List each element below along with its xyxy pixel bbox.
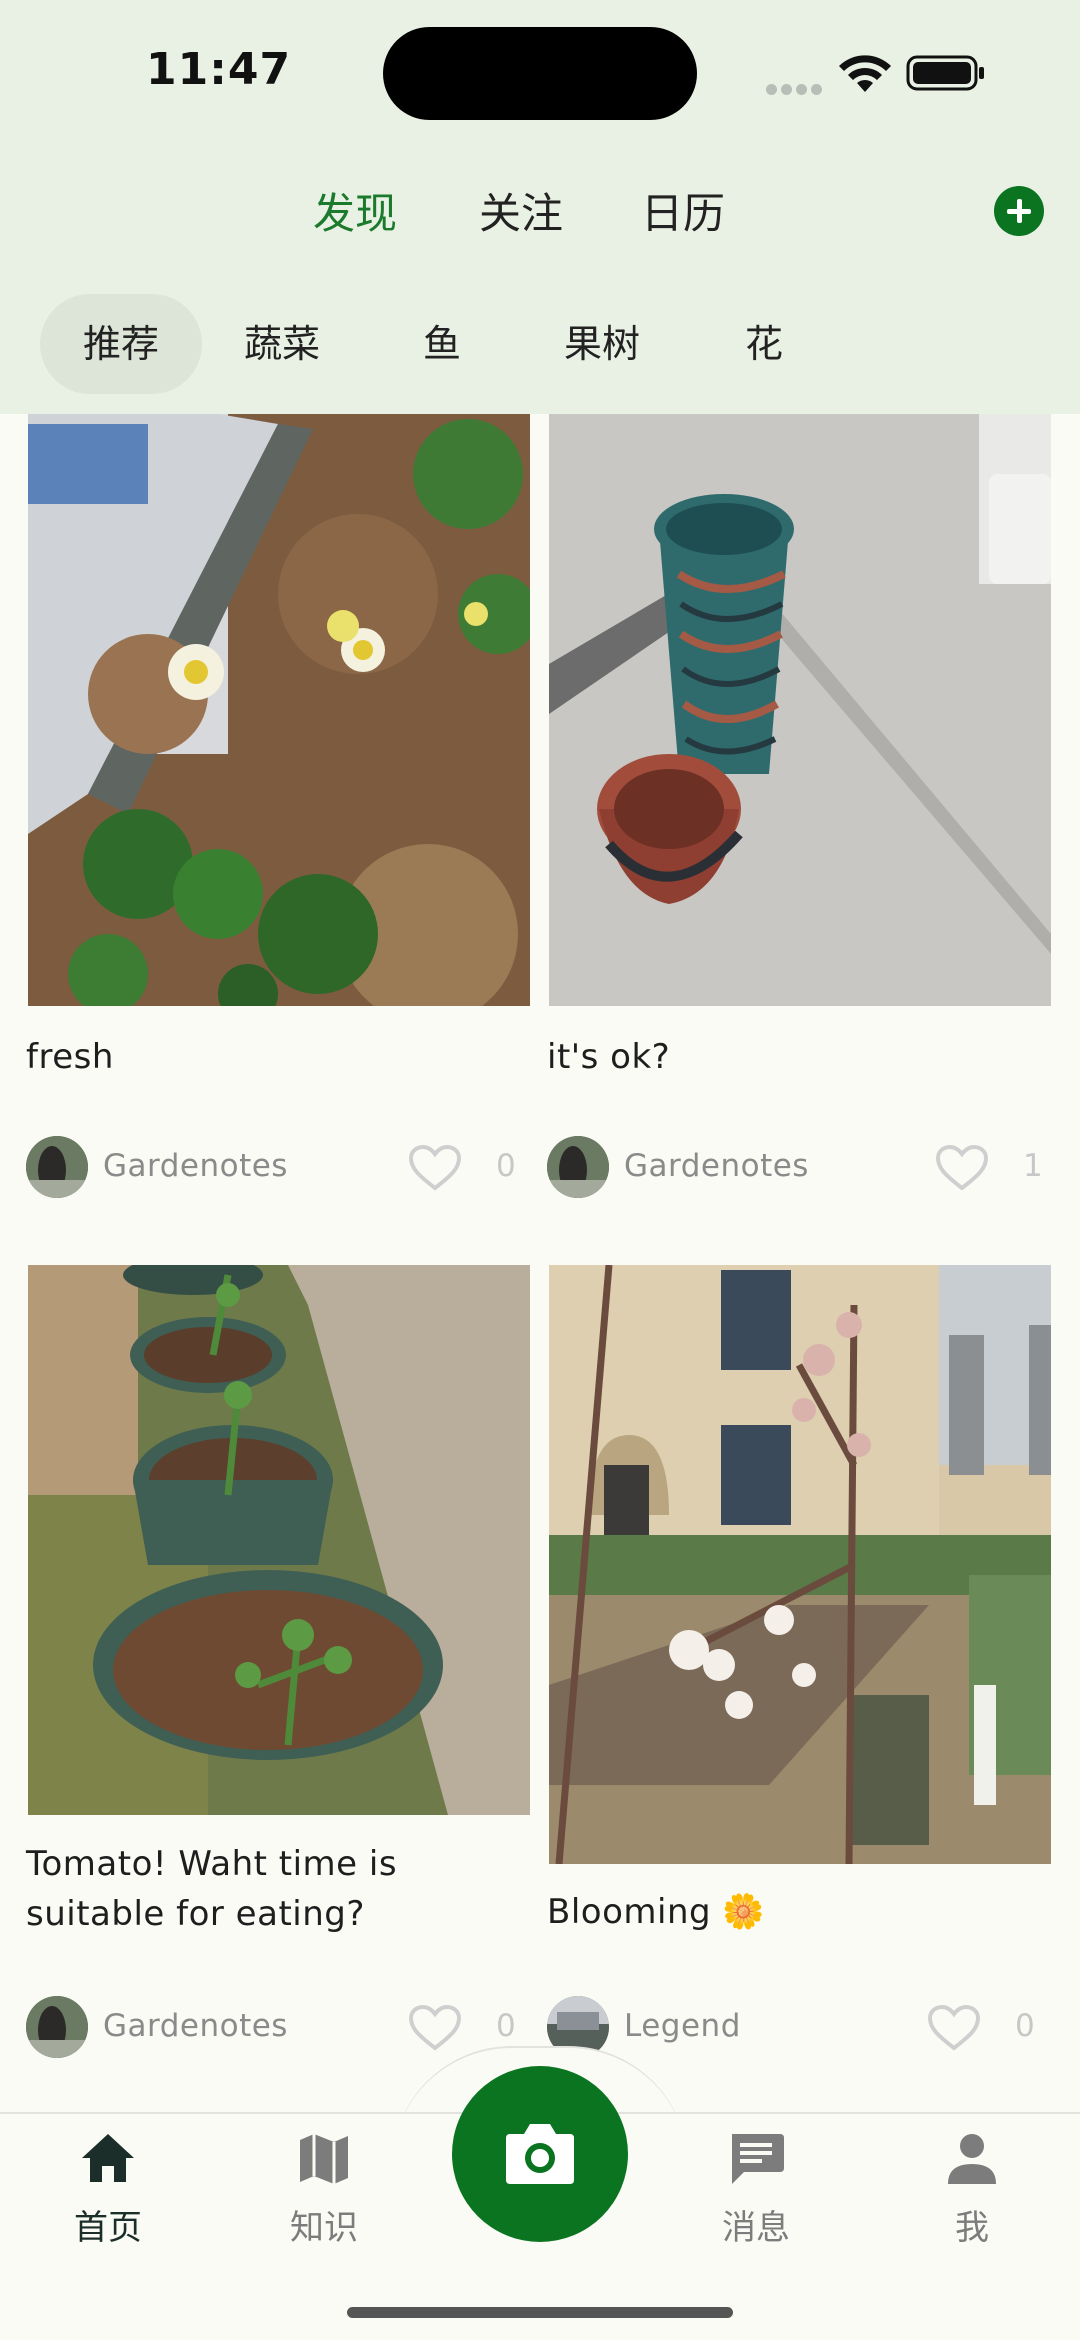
nav-label: 我 (955, 2208, 989, 2248)
category-recommended[interactable]: 推荐 (40, 294, 202, 394)
wifi-icon (839, 55, 891, 92)
author-name[interactable]: Gardenotes (624, 1148, 809, 1184)
post-title[interactable]: Tomato! Waht time is suitable for eating… (26, 1839, 536, 1939)
nav-label: 消息 (722, 2208, 790, 2248)
home-indicator (347, 2307, 733, 2318)
top-tabs: 发现 关注 日历 (0, 180, 1080, 240)
avatar[interactable] (547, 1136, 609, 1198)
nav-knowledge[interactable]: 知识 (254, 2114, 394, 2254)
tab-discover[interactable]: 发现 (313, 180, 397, 241)
post-title[interactable]: it's ok? (547, 1032, 670, 1082)
camera-button[interactable] (452, 2066, 628, 2242)
nav-home[interactable]: 首页 (38, 2114, 178, 2254)
tab-calendar[interactable]: 日历 (641, 180, 725, 241)
category-flowers[interactable]: 花 (722, 294, 806, 394)
heart-icon[interactable] (935, 1144, 989, 1192)
add-post-button[interactable] (994, 186, 1044, 236)
author-row: Gardenotes 0 (26, 1996, 546, 2060)
message-icon (732, 2134, 784, 2184)
heart-icon[interactable] (927, 2004, 981, 2052)
category-fruit-trees[interactable]: 果树 (540, 294, 664, 394)
like-count: 0 (1015, 2008, 1035, 2044)
author-name[interactable]: Gardenotes (103, 2008, 288, 2044)
app-screen: 11:47 发现 关注 日历 推荐 蔬菜 鱼 果树 花 fresh Garden… (0, 0, 1080, 2340)
author-row: Legend 0 (547, 1996, 1067, 2060)
feed-card[interactable]: Blooming 🌼 Legend 0 (547, 1265, 1051, 2085)
author-name[interactable]: Legend (624, 2008, 741, 2044)
top-header: 11:47 发现 关注 日历 推荐 蔬菜 鱼 果树 花 (0, 0, 1080, 414)
tab-following[interactable]: 关注 (479, 180, 563, 241)
post-title[interactable]: Blooming 🌼 (547, 1887, 765, 1937)
nav-label: 知识 (290, 2208, 358, 2248)
dynamic-island (383, 27, 697, 120)
signal-icon (766, 80, 826, 99)
person-icon (948, 2134, 996, 2184)
category-vegetables[interactable]: 蔬菜 (220, 294, 344, 394)
author-name[interactable]: Gardenotes (103, 1148, 288, 1184)
like-count: 0 (496, 1148, 516, 1184)
post-photo[interactable] (549, 414, 1051, 1006)
feed-card[interactable]: fresh Gardenotes 0 (26, 414, 530, 1214)
author-row: Gardenotes 0 (26, 1136, 546, 1200)
home-icon (82, 2134, 134, 2182)
post-photo[interactable] (28, 1265, 530, 1815)
map-icon (300, 2134, 348, 2184)
nav-messages[interactable]: 消息 (686, 2114, 826, 2254)
camera-icon (506, 2124, 574, 2184)
heart-icon[interactable] (408, 2004, 462, 2052)
feed-card[interactable]: Tomato! Waht time is suitable for eating… (26, 1265, 530, 2085)
post-title[interactable]: fresh (26, 1032, 114, 1082)
post-photo[interactable] (549, 1265, 1051, 1864)
battery-icon (906, 55, 984, 91)
author-row: Gardenotes 1 (547, 1136, 1067, 1200)
like-count: 1 (1023, 1148, 1043, 1184)
feed-card[interactable]: it's ok? Gardenotes 1 (547, 414, 1051, 1214)
like-count: 0 (496, 2008, 516, 2044)
avatar[interactable] (26, 1996, 88, 2058)
avatar[interactable] (26, 1136, 88, 1198)
nav-profile[interactable]: 我 (902, 2114, 1042, 2254)
status-time: 11:47 (146, 44, 292, 95)
category-fish[interactable]: 鱼 (400, 294, 484, 394)
nav-label: 首页 (74, 2208, 142, 2248)
post-photo[interactable] (28, 414, 530, 1006)
heart-icon[interactable] (408, 1144, 462, 1192)
